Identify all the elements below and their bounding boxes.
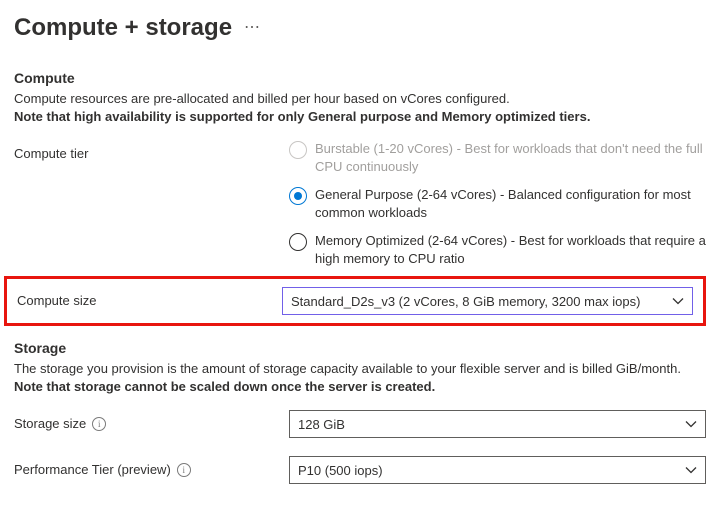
compute-size-highlight: Compute size Standard_D2s_v3 (2 vCores, … xyxy=(4,276,706,326)
compute-size-value: Standard_D2s_v3 (2 vCores, 8 GiB memory,… xyxy=(291,294,640,309)
performance-tier-dropdown[interactable]: P10 (500 iops) xyxy=(289,456,706,484)
radio-burstable-control xyxy=(289,141,307,159)
compute-description-note: Note that high availability is supported… xyxy=(14,109,590,124)
compute-description: Compute resources are pre-allocated and … xyxy=(14,90,706,126)
performance-tier-label: Performance Tier (preview) i xyxy=(14,456,289,477)
storage-description-text: The storage you provision is the amount … xyxy=(14,361,681,376)
chevron-down-icon xyxy=(685,418,697,430)
storage-description: The storage you provision is the amount … xyxy=(14,360,706,396)
page-title: Compute + storage xyxy=(14,14,232,42)
radio-burstable: Burstable (1-20 vCores) - Best for workl… xyxy=(289,140,706,176)
compute-tier-label: Compute tier xyxy=(14,140,289,161)
radio-memory-optimized-control[interactable] xyxy=(289,233,307,251)
performance-tier-value: P10 (500 iops) xyxy=(298,463,383,478)
chevron-down-icon xyxy=(685,464,697,476)
compute-tier-radiogroup: Burstable (1-20 vCores) - Best for workl… xyxy=(289,140,706,268)
storage-size-value: 128 GiB xyxy=(298,417,345,432)
compute-size-label: Compute size xyxy=(17,287,282,308)
radio-general-purpose[interactable]: General Purpose (2-64 vCores) - Balanced… xyxy=(289,186,706,222)
performance-tier-label-text: Performance Tier (preview) xyxy=(14,462,171,477)
radio-memory-optimized-label: Memory Optimized (2-64 vCores) - Best fo… xyxy=(315,232,706,268)
compute-description-text: Compute resources are pre-allocated and … xyxy=(14,91,510,106)
compute-size-dropdown[interactable]: Standard_D2s_v3 (2 vCores, 8 GiB memory,… xyxy=(282,287,693,315)
radio-general-purpose-label: General Purpose (2-64 vCores) - Balanced… xyxy=(315,186,706,222)
storage-size-label-text: Storage size xyxy=(14,416,86,431)
storage-description-note: Note that storage cannot be scaled down … xyxy=(14,379,435,394)
storage-section-heading: Storage xyxy=(14,340,706,356)
compute-section-heading: Compute xyxy=(14,70,706,86)
storage-size-dropdown[interactable]: 128 GiB xyxy=(289,410,706,438)
more-menu-icon[interactable]: ⋯ xyxy=(244,20,260,36)
radio-general-purpose-control[interactable] xyxy=(289,187,307,205)
info-icon[interactable]: i xyxy=(92,417,106,431)
radio-memory-optimized[interactable]: Memory Optimized (2-64 vCores) - Best fo… xyxy=(289,232,706,268)
storage-size-label: Storage size i xyxy=(14,410,289,431)
chevron-down-icon xyxy=(672,295,684,307)
info-icon[interactable]: i xyxy=(177,463,191,477)
radio-burstable-label: Burstable (1-20 vCores) - Best for workl… xyxy=(315,140,706,176)
